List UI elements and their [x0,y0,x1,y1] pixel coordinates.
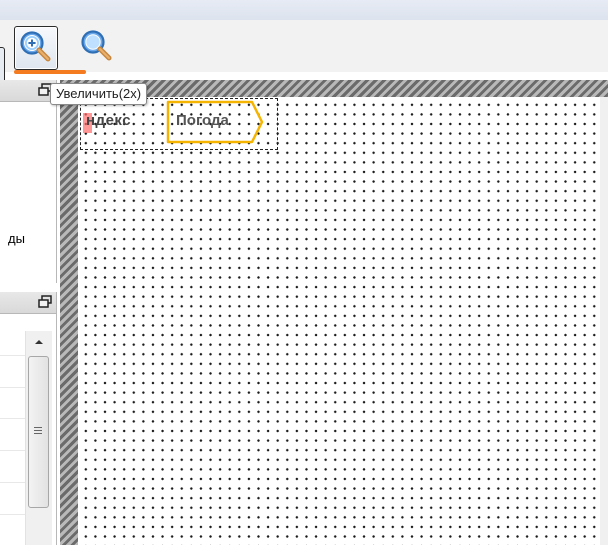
active-tool-indicator [14,70,86,74]
list-row-divider [0,355,26,356]
toolbar [0,20,608,85]
grip-icon [34,427,42,434]
window-top-strip [0,0,608,20]
magnifier-icon [81,30,112,61]
zoom-in-icon [20,31,51,62]
panel-body [0,102,56,283]
list-row-divider [0,514,26,515]
list-row-divider [0,450,26,451]
widget-yandex-label: ндекс [86,112,132,129]
scroll-up-arrow-icon[interactable] [31,334,47,350]
zoom-button[interactable] [76,26,118,68]
scrollbar-thumb[interactable] [28,356,49,508]
widget-weather-label[interactable]: Погода [176,112,229,129]
zoom-in-button[interactable] [14,26,58,70]
list-row-divider [0,387,26,388]
list-row-divider [0,482,26,483]
float-window-icon[interactable] [38,295,52,309]
panel-header [0,292,56,314]
tooltip: Увеличить(2x) [50,83,148,105]
design-canvas[interactable] [78,97,608,545]
vertical-scrollbar[interactable] [25,331,52,545]
left-dock-panel-top [0,80,57,283]
list-row-divider [0,418,26,419]
panel-partial-label: ды [8,231,25,246]
panel-header [0,80,56,102]
canvas-scroll-edge [600,97,608,545]
